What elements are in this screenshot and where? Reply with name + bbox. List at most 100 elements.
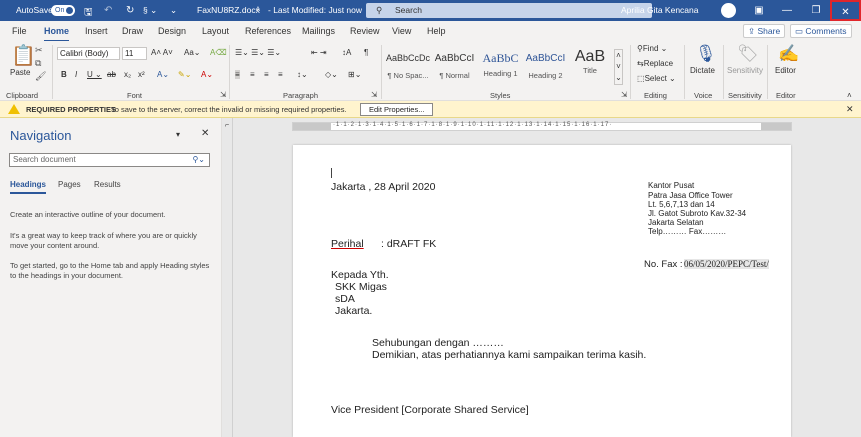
tab-selector-icon[interactable]: ⌐ bbox=[225, 122, 229, 129]
select-button[interactable]: ⬚Select ⌄ bbox=[637, 74, 676, 83]
close-window-button[interactable]: ✕ bbox=[830, 0, 861, 21]
text-effects-icon[interactable]: A⌄ bbox=[157, 70, 169, 79]
search-box[interactable]: ⚲ Search bbox=[366, 3, 652, 18]
tab-view[interactable]: View bbox=[392, 26, 411, 36]
doc-date-line[interactable]: Jakarta , 28 April 2020 bbox=[331, 181, 435, 193]
microphone-icon[interactable]: 🎙 bbox=[695, 44, 717, 64]
font-dialog-launcher-icon[interactable]: ⇲ bbox=[220, 90, 226, 99]
paragraph-dialog-launcher-icon[interactable]: ⇲ bbox=[371, 90, 377, 99]
align-right-icon[interactable]: ≡ bbox=[264, 70, 269, 79]
doc-address-line[interactable]: Telp……… Fax……… bbox=[648, 227, 726, 236]
style-no-spacing[interactable]: AaBbCcDc ¶ No Spac... bbox=[386, 46, 430, 88]
avatar[interactable] bbox=[721, 3, 736, 18]
tab-home[interactable]: Home bbox=[44, 26, 70, 42]
shading-icon[interactable]: ◇⌄ bbox=[325, 70, 338, 79]
search-document-input[interactable]: Search document ⚲⌄ bbox=[9, 153, 210, 167]
tab-layout[interactable]: Layout bbox=[202, 26, 229, 36]
touch-mode-icon[interactable]: § ⌄ bbox=[143, 5, 157, 16]
user-name[interactable]: Aprilia Gita Kencana bbox=[621, 5, 699, 15]
highlight-icon[interactable]: ✎⌄ bbox=[178, 70, 191, 79]
doc-fax-label[interactable]: No. Fax : bbox=[644, 259, 683, 270]
replace-button[interactable]: ⇆Replace bbox=[637, 59, 673, 68]
redo-icon[interactable]: ↻ bbox=[126, 5, 134, 16]
minimize-icon[interactable]: — bbox=[772, 0, 802, 21]
doc-address-line[interactable]: Kantor Pusat bbox=[648, 181, 694, 190]
styles-scroll-icon[interactable]: ˄ ˅ ⌄ bbox=[614, 49, 623, 85]
doc-address-line[interactable]: Jakarta Selatan bbox=[648, 218, 704, 227]
comments-button[interactable]: ▭ Comments bbox=[790, 24, 852, 38]
tab-review[interactable]: Review bbox=[350, 26, 380, 36]
change-case-icon[interactable]: Aa⌄ bbox=[184, 48, 201, 57]
vertical-ruler[interactable] bbox=[222, 118, 233, 437]
undo-icon[interactable]: ↶ bbox=[104, 5, 112, 16]
styles-dialog-launcher-icon[interactable]: ⇲ bbox=[621, 90, 627, 99]
collapse-ribbon-icon[interactable]: ˄ bbox=[847, 91, 852, 100]
close-infobar-icon[interactable]: ✕ bbox=[846, 104, 854, 115]
underline-icon[interactable]: U ⌄ bbox=[87, 70, 102, 79]
doc-kepada-line[interactable]: Kepada Yth. bbox=[331, 269, 389, 281]
doc-perihal-value[interactable]: : dRAFT FK bbox=[381, 238, 436, 250]
style-heading-2[interactable]: AaBbCcI Heading 2 bbox=[523, 46, 568, 88]
editor-button[interactable]: Editor bbox=[775, 66, 796, 75]
sort-icon[interactable]: ↕A bbox=[342, 48, 351, 57]
tab-references[interactable]: References bbox=[245, 26, 291, 36]
doc-fax-field[interactable]: 06/05/2020/PEPC/Test/ bbox=[684, 259, 769, 269]
borders-icon[interactable]: ⊞⌄ bbox=[348, 70, 361, 79]
clear-format-icon[interactable]: A⌫ bbox=[210, 48, 227, 57]
bold-icon[interactable]: B bbox=[61, 70, 67, 79]
tab-draw[interactable]: Draw bbox=[122, 26, 143, 36]
strikethrough-icon[interactable]: ab bbox=[107, 70, 116, 79]
doc-kepada-line[interactable]: Jakarta. bbox=[335, 305, 372, 317]
format-painter-icon[interactable]: 🖌 bbox=[35, 71, 46, 82]
doc-body-line[interactable]: Sehubungan dengan ……… bbox=[372, 337, 504, 349]
font-name-combo[interactable]: Calibri (Body) bbox=[57, 47, 120, 60]
doc-kepada-line[interactable]: sDA bbox=[335, 293, 355, 305]
grow-font-icon[interactable]: A˄ A˅ bbox=[151, 48, 173, 57]
save-icon[interactable]: 🖫 bbox=[84, 5, 93, 22]
horizontal-ruler[interactable]: ·1·1·2·1·3·1·4·1·5·1·6·1·7·1·8·1·9·1·10·… bbox=[292, 122, 792, 131]
autosave-toggle[interactable]: On bbox=[51, 5, 75, 16]
indent-icon[interactable]: ⇤ ⇥ bbox=[311, 48, 327, 57]
share-button[interactable]: ⇪ Share bbox=[743, 24, 786, 38]
paste-icon[interactable]: 📋 bbox=[11, 43, 36, 68]
pane-options-icon[interactable]: ▾ bbox=[176, 130, 180, 139]
style-title[interactable]: AaB Title bbox=[568, 46, 612, 88]
doc-address-line[interactable]: Patra Jasa Office Tower bbox=[648, 191, 733, 200]
tab-results[interactable]: Results bbox=[94, 180, 121, 189]
style-heading-1[interactable]: AaBbC Heading 1 bbox=[478, 46, 523, 88]
dictate-button[interactable]: Dictate bbox=[690, 66, 715, 75]
restore-icon[interactable]: ❐ bbox=[801, 0, 831, 21]
doc-body-line[interactable]: Demikian, atas perhatiannya kami sampaik… bbox=[372, 349, 646, 361]
edit-properties-button[interactable]: Edit Properties... bbox=[360, 103, 434, 116]
cut-icon[interactable]: ✂ bbox=[35, 45, 43, 56]
close-pane-icon[interactable]: ✕ bbox=[201, 128, 209, 139]
subscript-icon[interactable]: x₂ bbox=[124, 70, 131, 79]
doc-address-line[interactable]: Lt. 5,6,7,13 dan 14 bbox=[648, 200, 715, 209]
justify-icon[interactable]: ≡ bbox=[278, 70, 283, 79]
ribbon-display-icon[interactable]: ▣ bbox=[744, 0, 774, 21]
doc-kepada-line[interactable]: SKK Migas bbox=[335, 281, 387, 293]
align-center-icon[interactable]: ≡ bbox=[250, 70, 255, 79]
paste-button-label[interactable]: Paste bbox=[10, 68, 30, 77]
search-icon[interactable]: ⚲⌄ bbox=[192, 155, 205, 164]
tab-pages[interactable]: Pages bbox=[58, 180, 81, 189]
doc-perihal-label[interactable]: Perihal bbox=[331, 238, 364, 250]
superscript-icon[interactable]: x² bbox=[138, 70, 145, 79]
document-page[interactable]: Jakarta , 28 April 2020 Kantor Pusat Pat… bbox=[293, 145, 791, 437]
tab-mailings[interactable]: Mailings bbox=[302, 26, 335, 36]
filename-chevron-icon[interactable]: ᴬ bbox=[256, 5, 260, 15]
tab-help[interactable]: Help bbox=[427, 26, 446, 36]
bullets-icon[interactable]: ☰⌄ ☰⌄ ☰⌄ bbox=[235, 48, 281, 57]
editor-icon[interactable]: ✍ bbox=[778, 44, 799, 64]
line-spacing-icon[interactable]: ↕⌄ bbox=[297, 70, 308, 79]
tab-insert[interactable]: Insert bbox=[85, 26, 108, 36]
doc-signature[interactable]: Vice President [Corporate Shared Service… bbox=[331, 404, 529, 416]
doc-address-line[interactable]: Jl. Gatot Subroto Kav.32-34 bbox=[648, 209, 746, 218]
tab-design[interactable]: Design bbox=[158, 26, 186, 36]
font-size-combo[interactable]: 11 bbox=[122, 47, 147, 60]
tab-file[interactable]: File bbox=[12, 26, 27, 36]
show-marks-icon[interactable]: ¶ bbox=[364, 48, 368, 57]
tab-headings[interactable]: Headings bbox=[10, 180, 47, 194]
find-button[interactable]: ⚲Find ⌄ bbox=[637, 44, 667, 53]
italic-icon[interactable]: I bbox=[75, 70, 77, 79]
